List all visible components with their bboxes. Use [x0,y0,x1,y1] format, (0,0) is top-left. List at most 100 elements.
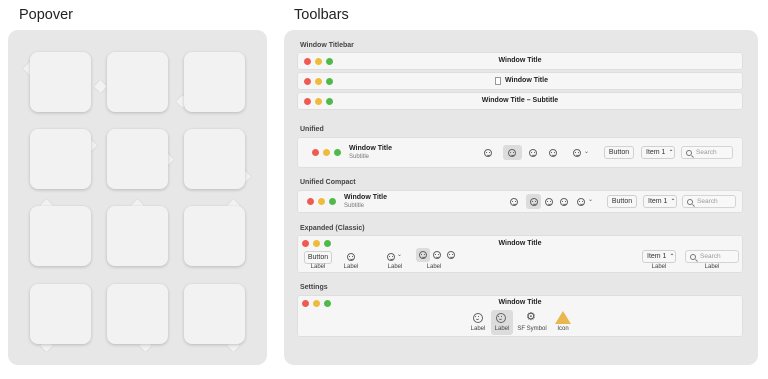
settings-tab-label[interactable]: Icon [551,326,575,332]
unified-compact-toolbar: Window Title Subtitle ⌄ Button Item 1 ⌃ S… [298,191,742,212]
search-field[interactable]: Search [685,250,739,263]
titlebar-window-document: Window Title [298,73,742,89]
toolbar-item-label: Label [387,264,403,270]
window-title: Window Title [498,240,542,247]
search-icon [690,253,696,260]
search-field[interactable]: Search [681,146,733,159]
document-icon [495,77,501,85]
smiley-icon[interactable] [549,149,557,157]
toolbars-heading: Toolbars [294,7,349,23]
smiley-menu-icon[interactable] [387,253,395,261]
minimize-button[interactable] [323,149,330,156]
minimize-button[interactable] [318,198,325,205]
section-expanded: Expanded (Classic) [300,225,365,232]
popover-card-left-center [107,52,168,112]
search-icon [687,198,693,205]
popover-heading: Popover [19,7,74,23]
popover-card-top-trailing [184,206,245,266]
search-placeholder: Search [700,253,721,260]
smiley-icon[interactable] [433,251,441,259]
search-placeholder: Search [696,149,717,156]
close-button[interactable] [312,149,319,156]
window-title: Window Title [344,194,387,201]
chevron-down-icon: ⌄ [397,252,403,258]
smiley-menu-icon[interactable] [573,149,581,157]
popover-card-bottom-center [107,284,168,344]
settings-tab-label[interactable]: Label [490,326,514,332]
settings-toolbar: Window Title Label Label ⚙ SF Symbol Ico… [298,296,742,336]
item-popup-button[interactable]: Item 1 ⌃ [642,250,676,263]
popover-card-left-bottom [184,52,245,112]
window-subtitle: Subtitle [344,203,365,209]
popover-card-bottom-leading [30,284,91,344]
search-placeholder: Search [697,198,718,205]
popover-card-left-top [30,52,91,112]
smiley-icon[interactable] [530,198,538,206]
updown-chevron-icon: ⌃ [668,150,674,156]
toolbar-item-label: Label [426,264,442,270]
titlebar-window: Window Title [298,53,742,69]
settings-tab-label[interactable]: Label [466,326,490,332]
smiley-icon[interactable] [545,198,553,206]
window-title: Window Title [505,77,548,84]
smiley-icon[interactable] [347,253,355,261]
traffic-lights [304,77,333,85]
smiley-icon[interactable] [419,251,427,259]
toolbar-button[interactable]: Button [607,195,637,208]
window-subtitle: Subtitle [349,154,370,160]
settings-tab-label[interactable]: SF Symbol [516,326,548,332]
item-popup-label: Item 1 [648,198,668,205]
close-button[interactable] [307,198,314,205]
window-title: Window Title [498,299,542,306]
zoom-button[interactable] [334,149,341,156]
warning-triangle-icon[interactable] [555,311,571,324]
popover-card-right-bottom [184,129,245,189]
search-field[interactable]: Search [682,195,736,208]
traffic-lights [307,198,336,205]
minimize-button[interactable] [315,77,322,85]
popover-card-bottom-trailing [184,284,245,344]
smiley-icon[interactable] [496,313,506,323]
zoom-button[interactable] [326,77,333,85]
smiley-icon[interactable] [560,198,568,206]
updown-chevron-icon: ⌃ [670,199,676,205]
titlebar-window-subtitle: Window Title – Subtitle [298,93,742,109]
unified-toolbar: Window Title Subtitle ⌄ Button Item 1 ⌃ S… [298,138,742,167]
section-unified: Unified [300,126,324,133]
window-title: Window Title [349,145,392,152]
toolbar-item-label: Label [343,264,359,270]
chevron-down-icon: ⌄ [584,149,590,155]
section-window-titlebar: Window Titlebar [300,42,354,49]
updown-chevron-icon: ⌃ [669,254,675,260]
window-title: Window Title [498,57,542,64]
search-icon [686,149,692,156]
smiley-icon[interactable] [473,313,483,323]
smiley-icon[interactable] [484,149,492,157]
gear-icon[interactable]: ⚙ [526,312,536,323]
popover-card-right-top [30,129,91,189]
chevron-down-icon: ⌄ [588,197,594,203]
smiley-icon[interactable] [529,149,537,157]
popover-card-top-center [107,206,168,266]
smiley-menu-icon[interactable] [577,198,585,206]
section-settings: Settings [300,284,328,291]
section-unified-compact: Unified Compact [300,179,356,186]
smiley-icon[interactable] [447,251,455,259]
close-button[interactable] [304,77,311,85]
toolbar-button[interactable]: Button [304,251,332,264]
traffic-lights [312,149,341,156]
item-popup-label: Item 1 [646,149,666,156]
smiley-icon[interactable] [510,198,518,206]
popover-card-top-leading [30,206,91,266]
item-popup-button[interactable]: Item 1 ⌃ [641,146,675,159]
window-title: Window Title – Subtitle [481,97,559,104]
item-popup-button[interactable]: Item 1 ⌃ [643,195,677,208]
toolbar-item-label: Label [704,264,720,270]
expanded-toolbar: Window Title Button Label Label ⌄ Label … [298,236,742,272]
zoom-button[interactable] [329,198,336,205]
popover-card-right-center [107,129,168,189]
item-popup-label: Item 1 [647,253,667,260]
smiley-icon[interactable] [508,149,516,157]
toolbar-button[interactable]: Button [604,146,634,159]
toolbar-item-label: Label [310,264,326,270]
